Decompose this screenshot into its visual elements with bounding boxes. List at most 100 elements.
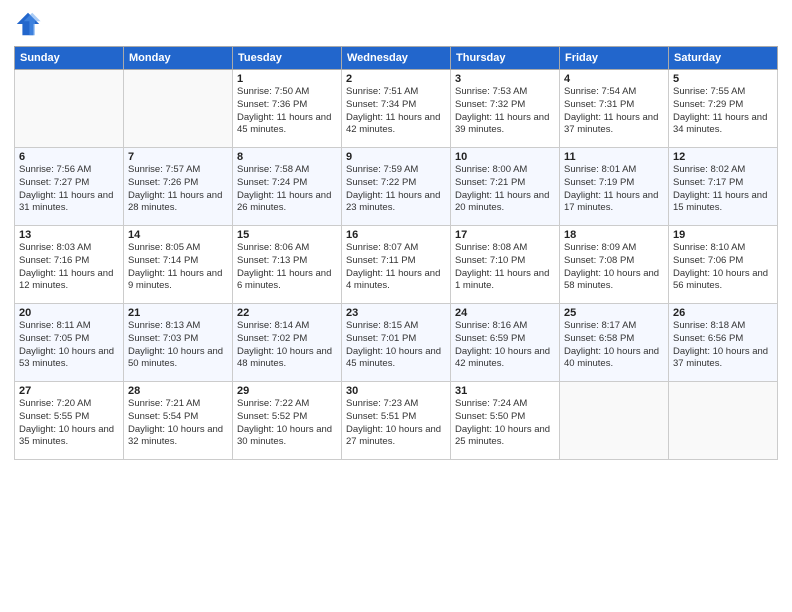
day-info: Sunrise: 7:53 AM Sunset: 7:32 PM Dayligh… bbox=[455, 86, 555, 137]
weekday-header-wednesday: Wednesday bbox=[342, 47, 451, 70]
day-info: Sunrise: 8:14 AM Sunset: 7:02 PM Dayligh… bbox=[237, 320, 337, 371]
calendar-cell: 12Sunrise: 8:02 AM Sunset: 7:17 PM Dayli… bbox=[669, 148, 778, 226]
day-number: 20 bbox=[19, 307, 119, 319]
day-number: 10 bbox=[455, 151, 555, 163]
calendar-cell: 11Sunrise: 8:01 AM Sunset: 7:19 PM Dayli… bbox=[560, 148, 669, 226]
day-info: Sunrise: 8:10 AM Sunset: 7:06 PM Dayligh… bbox=[673, 242, 773, 293]
calendar-cell: 25Sunrise: 8:17 AM Sunset: 6:58 PM Dayli… bbox=[560, 304, 669, 382]
day-number: 4 bbox=[564, 73, 664, 85]
calendar-cell bbox=[560, 382, 669, 460]
calendar-cell: 17Sunrise: 8:08 AM Sunset: 7:10 PM Dayli… bbox=[451, 226, 560, 304]
calendar-cell: 22Sunrise: 8:14 AM Sunset: 7:02 PM Dayli… bbox=[233, 304, 342, 382]
day-number: 12 bbox=[673, 151, 773, 163]
day-info: Sunrise: 7:58 AM Sunset: 7:24 PM Dayligh… bbox=[237, 164, 337, 215]
day-info: Sunrise: 8:08 AM Sunset: 7:10 PM Dayligh… bbox=[455, 242, 555, 293]
calendar-cell: 26Sunrise: 8:18 AM Sunset: 6:56 PM Dayli… bbox=[669, 304, 778, 382]
calendar-cell: 16Sunrise: 8:07 AM Sunset: 7:11 PM Dayli… bbox=[342, 226, 451, 304]
calendar-cell: 29Sunrise: 7:22 AM Sunset: 5:52 PM Dayli… bbox=[233, 382, 342, 460]
day-info: Sunrise: 7:56 AM Sunset: 7:27 PM Dayligh… bbox=[19, 164, 119, 215]
calendar-cell: 1Sunrise: 7:50 AM Sunset: 7:36 PM Daylig… bbox=[233, 70, 342, 148]
day-info: Sunrise: 8:02 AM Sunset: 7:17 PM Dayligh… bbox=[673, 164, 773, 215]
day-number: 22 bbox=[237, 307, 337, 319]
weekday-header-friday: Friday bbox=[560, 47, 669, 70]
day-info: Sunrise: 8:07 AM Sunset: 7:11 PM Dayligh… bbox=[346, 242, 446, 293]
calendar-cell: 9Sunrise: 7:59 AM Sunset: 7:22 PM Daylig… bbox=[342, 148, 451, 226]
calendar-cell: 7Sunrise: 7:57 AM Sunset: 7:26 PM Daylig… bbox=[124, 148, 233, 226]
calendar-cell bbox=[669, 382, 778, 460]
day-number: 24 bbox=[455, 307, 555, 319]
day-info: Sunrise: 8:18 AM Sunset: 6:56 PM Dayligh… bbox=[673, 320, 773, 371]
day-number: 7 bbox=[128, 151, 228, 163]
day-number: 11 bbox=[564, 151, 664, 163]
day-number: 28 bbox=[128, 385, 228, 397]
day-info: Sunrise: 8:01 AM Sunset: 7:19 PM Dayligh… bbox=[564, 164, 664, 215]
day-info: Sunrise: 8:05 AM Sunset: 7:14 PM Dayligh… bbox=[128, 242, 228, 293]
day-info: Sunrise: 7:22 AM Sunset: 5:52 PM Dayligh… bbox=[237, 398, 337, 449]
calendar-cell: 10Sunrise: 8:00 AM Sunset: 7:21 PM Dayli… bbox=[451, 148, 560, 226]
day-number: 9 bbox=[346, 151, 446, 163]
day-info: Sunrise: 8:15 AM Sunset: 7:01 PM Dayligh… bbox=[346, 320, 446, 371]
day-info: Sunrise: 7:55 AM Sunset: 7:29 PM Dayligh… bbox=[673, 86, 773, 137]
calendar-cell: 4Sunrise: 7:54 AM Sunset: 7:31 PM Daylig… bbox=[560, 70, 669, 148]
header bbox=[14, 10, 778, 38]
weekday-header-sunday: Sunday bbox=[15, 47, 124, 70]
day-number: 18 bbox=[564, 229, 664, 241]
day-info: Sunrise: 8:03 AM Sunset: 7:16 PM Dayligh… bbox=[19, 242, 119, 293]
day-number: 31 bbox=[455, 385, 555, 397]
day-info: Sunrise: 8:17 AM Sunset: 6:58 PM Dayligh… bbox=[564, 320, 664, 371]
calendar-cell: 3Sunrise: 7:53 AM Sunset: 7:32 PM Daylig… bbox=[451, 70, 560, 148]
calendar-cell: 2Sunrise: 7:51 AM Sunset: 7:34 PM Daylig… bbox=[342, 70, 451, 148]
day-number: 17 bbox=[455, 229, 555, 241]
day-info: Sunrise: 7:59 AM Sunset: 7:22 PM Dayligh… bbox=[346, 164, 446, 215]
calendar-cell: 28Sunrise: 7:21 AM Sunset: 5:54 PM Dayli… bbox=[124, 382, 233, 460]
day-info: Sunrise: 8:16 AM Sunset: 6:59 PM Dayligh… bbox=[455, 320, 555, 371]
day-info: Sunrise: 8:13 AM Sunset: 7:03 PM Dayligh… bbox=[128, 320, 228, 371]
calendar-week-1: 1Sunrise: 7:50 AM Sunset: 7:36 PM Daylig… bbox=[15, 70, 778, 148]
calendar-cell: 31Sunrise: 7:24 AM Sunset: 5:50 PM Dayli… bbox=[451, 382, 560, 460]
calendar-cell: 8Sunrise: 7:58 AM Sunset: 7:24 PM Daylig… bbox=[233, 148, 342, 226]
calendar-cell: 20Sunrise: 8:11 AM Sunset: 7:05 PM Dayli… bbox=[15, 304, 124, 382]
day-info: Sunrise: 8:06 AM Sunset: 7:13 PM Dayligh… bbox=[237, 242, 337, 293]
day-info: Sunrise: 7:24 AM Sunset: 5:50 PM Dayligh… bbox=[455, 398, 555, 449]
calendar-cell: 23Sunrise: 8:15 AM Sunset: 7:01 PM Dayli… bbox=[342, 304, 451, 382]
weekday-header-row: SundayMondayTuesdayWednesdayThursdayFrid… bbox=[15, 47, 778, 70]
calendar-cell: 21Sunrise: 8:13 AM Sunset: 7:03 PM Dayli… bbox=[124, 304, 233, 382]
day-number: 19 bbox=[673, 229, 773, 241]
day-info: Sunrise: 7:51 AM Sunset: 7:34 PM Dayligh… bbox=[346, 86, 446, 137]
weekday-header-monday: Monday bbox=[124, 47, 233, 70]
day-number: 14 bbox=[128, 229, 228, 241]
day-info: Sunrise: 7:50 AM Sunset: 7:36 PM Dayligh… bbox=[237, 86, 337, 137]
day-info: Sunrise: 8:00 AM Sunset: 7:21 PM Dayligh… bbox=[455, 164, 555, 215]
day-number: 6 bbox=[19, 151, 119, 163]
calendar-week-3: 13Sunrise: 8:03 AM Sunset: 7:16 PM Dayli… bbox=[15, 226, 778, 304]
day-number: 2 bbox=[346, 73, 446, 85]
day-info: Sunrise: 7:57 AM Sunset: 7:26 PM Dayligh… bbox=[128, 164, 228, 215]
day-number: 3 bbox=[455, 73, 555, 85]
day-number: 1 bbox=[237, 73, 337, 85]
weekday-header-thursday: Thursday bbox=[451, 47, 560, 70]
calendar-week-2: 6Sunrise: 7:56 AM Sunset: 7:27 PM Daylig… bbox=[15, 148, 778, 226]
day-info: Sunrise: 8:09 AM Sunset: 7:08 PM Dayligh… bbox=[564, 242, 664, 293]
day-info: Sunrise: 8:11 AM Sunset: 7:05 PM Dayligh… bbox=[19, 320, 119, 371]
calendar-cell: 6Sunrise: 7:56 AM Sunset: 7:27 PM Daylig… bbox=[15, 148, 124, 226]
calendar-cell: 24Sunrise: 8:16 AM Sunset: 6:59 PM Dayli… bbox=[451, 304, 560, 382]
calendar-cell: 15Sunrise: 8:06 AM Sunset: 7:13 PM Dayli… bbox=[233, 226, 342, 304]
calendar-week-5: 27Sunrise: 7:20 AM Sunset: 5:55 PM Dayli… bbox=[15, 382, 778, 460]
calendar-cell: 14Sunrise: 8:05 AM Sunset: 7:14 PM Dayli… bbox=[124, 226, 233, 304]
day-number: 23 bbox=[346, 307, 446, 319]
calendar-cell: 19Sunrise: 8:10 AM Sunset: 7:06 PM Dayli… bbox=[669, 226, 778, 304]
calendar-cell bbox=[15, 70, 124, 148]
logo-icon bbox=[14, 10, 42, 38]
day-number: 5 bbox=[673, 73, 773, 85]
day-number: 26 bbox=[673, 307, 773, 319]
day-number: 25 bbox=[564, 307, 664, 319]
calendar-cell: 18Sunrise: 8:09 AM Sunset: 7:08 PM Dayli… bbox=[560, 226, 669, 304]
calendar-week-4: 20Sunrise: 8:11 AM Sunset: 7:05 PM Dayli… bbox=[15, 304, 778, 382]
day-number: 13 bbox=[19, 229, 119, 241]
weekday-header-saturday: Saturday bbox=[669, 47, 778, 70]
day-info: Sunrise: 7:21 AM Sunset: 5:54 PM Dayligh… bbox=[128, 398, 228, 449]
calendar-cell: 27Sunrise: 7:20 AM Sunset: 5:55 PM Dayli… bbox=[15, 382, 124, 460]
day-number: 8 bbox=[237, 151, 337, 163]
logo bbox=[14, 10, 46, 38]
day-number: 27 bbox=[19, 385, 119, 397]
